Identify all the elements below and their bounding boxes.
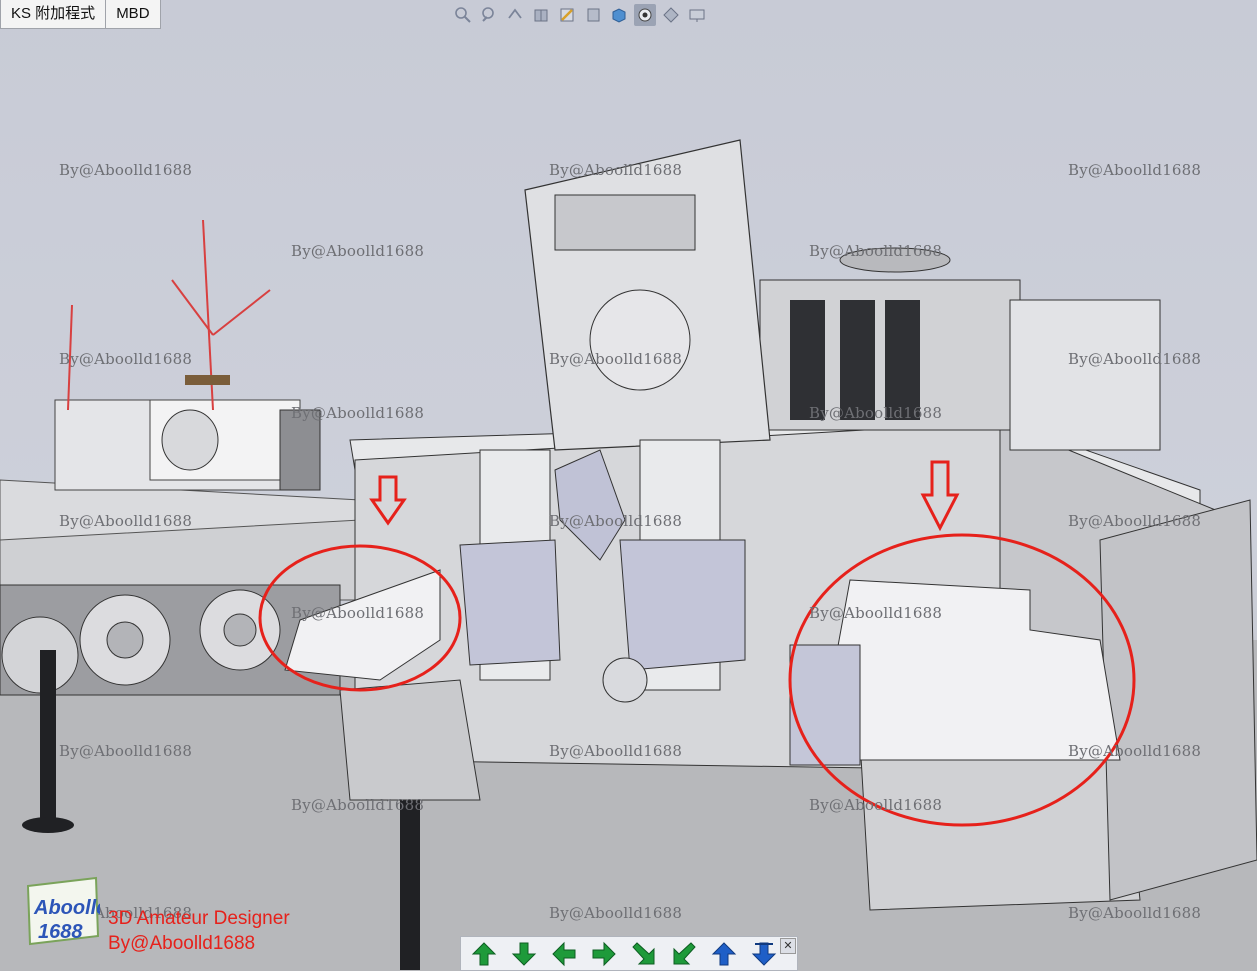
brand-logo: Aboolld 1688 [24,876,109,951]
watermark: By@Aboolld1688 [549,904,683,922]
watermark: By@Aboolld1688 [291,796,425,814]
view-settings-icon[interactable] [686,4,708,26]
logo-text-line1: Aboolld [33,897,100,919]
move-up-icon[interactable] [469,940,499,968]
watermark: By@Aboolld1688 [809,242,943,260]
previous-icon[interactable] [709,940,739,968]
close-button[interactable]: ✕ [780,938,796,954]
watermark: By@Aboolld1688 [1068,742,1202,760]
tab-addins[interactable]: KS 附加程式 [0,0,107,29]
tab-mbd[interactable]: MBD [106,0,161,29]
watermark: By@Aboolld1688 [549,350,683,368]
logo-text-line2: 1688 [38,921,83,943]
watermark: By@Aboolld1688 [549,512,683,530]
watermark: By@Aboolld1688 [1068,904,1202,922]
view-orientation-icon[interactable] [556,4,578,26]
watermark: By@Aboolld1688 [291,242,425,260]
brand-line-2: By@Aboolld1688 [108,933,256,954]
graphics-viewport[interactable]: By@Aboolld1688 By@Aboolld1688 By@Aboolld… [0,0,1257,971]
move-left-icon[interactable] [549,940,579,968]
watermark: By@Aboolld1688 [809,796,943,814]
zoom-to-fit-icon[interactable] [452,4,474,26]
display-style-icon[interactable] [582,4,604,26]
watermark: By@Aboolld1688 [1068,350,1202,368]
rotate-down-left-icon[interactable] [669,940,699,968]
rotate-down-right-icon[interactable] [629,940,659,968]
heads-up-view-toolbar [452,4,708,28]
watermark: By@Aboolld1688 [59,350,193,368]
move-down-icon[interactable] [509,940,539,968]
command-tabs: KS 附加程式 MBD [0,0,161,30]
watermark: By@Aboolld1688 [291,604,425,622]
move-right-icon[interactable] [589,940,619,968]
watermark: By@Aboolld1688 [809,404,943,422]
watermark: By@Aboolld1688 [809,604,943,622]
apply-scene-icon[interactable] [660,4,682,26]
zoom-area-icon[interactable] [478,4,500,26]
watermark: By@Aboolld1688 [1068,512,1202,530]
watermark: By@Aboolld1688 [59,161,193,179]
navigation-toolbar: ✕ [460,936,798,971]
hide-show-icon[interactable] [608,4,630,26]
brand-caption: 3D Amateur Designer By@Aboolld1688 [108,906,290,956]
section-view-icon[interactable] [530,4,552,26]
next-icon[interactable] [749,940,779,968]
tank-model-scene [0,139,1257,970]
watermark: By@Aboolld1688 [549,161,683,179]
watermark: By@Aboolld1688 [59,512,193,530]
brand-line-1: 3D Amateur Designer [108,908,290,929]
watermark: By@Aboolld1688 [1068,161,1202,179]
watermark: By@Aboolld1688 [59,742,193,760]
edit-appearance-icon[interactable] [634,4,656,26]
previous-view-icon[interactable] [504,4,526,26]
watermark: By@Aboolld1688 [549,742,683,760]
watermark: By@Aboolld1688 [291,404,425,422]
